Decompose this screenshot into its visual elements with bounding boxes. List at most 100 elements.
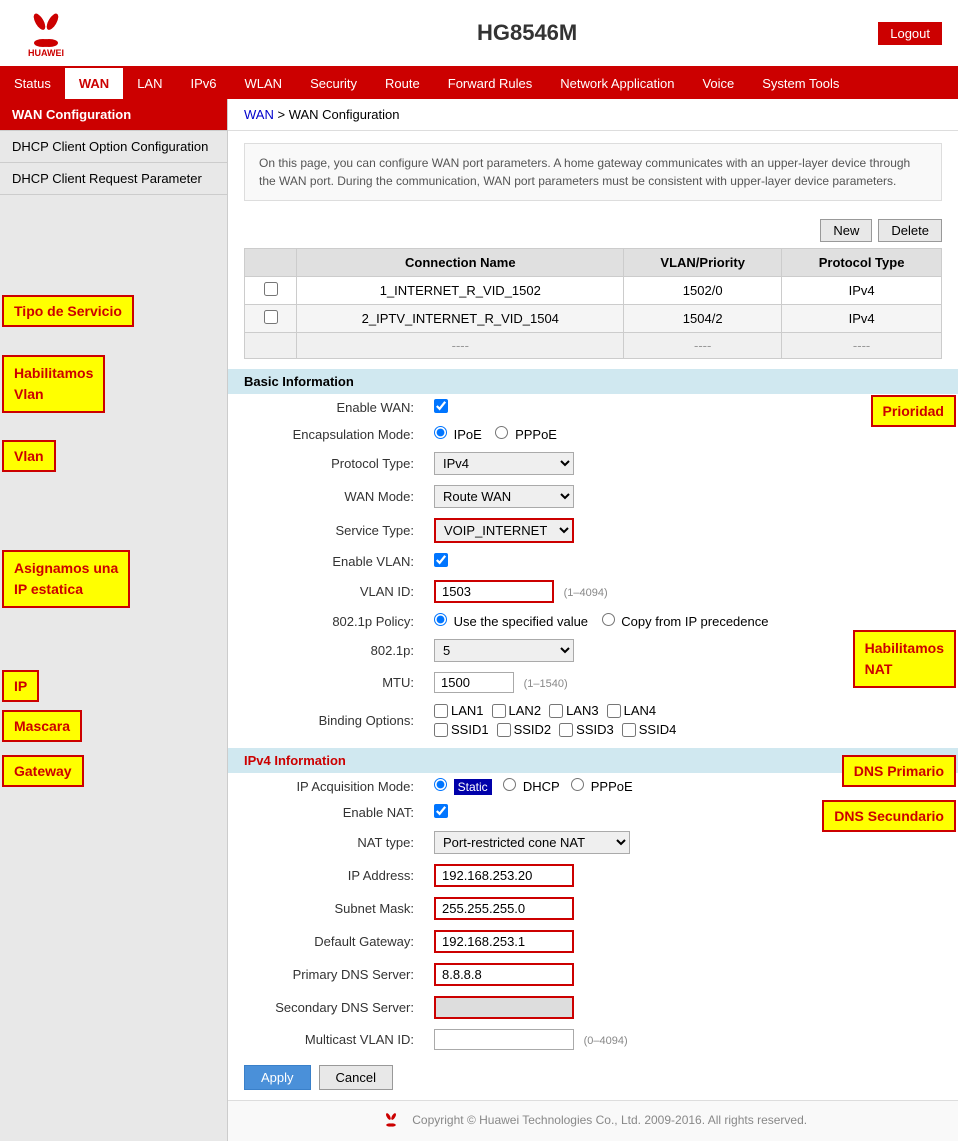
ssid1-checkbox[interactable] bbox=[434, 723, 448, 737]
annotation-mascara: Mascara bbox=[2, 710, 82, 742]
apply-button[interactable]: Apply bbox=[244, 1065, 311, 1090]
secondary-dns-input[interactable] bbox=[434, 996, 574, 1019]
nav-system-tools[interactable]: System Tools bbox=[748, 68, 853, 99]
enable-vlan-label: Enable VLAN: bbox=[244, 548, 424, 575]
row2-checkbox[interactable] bbox=[264, 310, 278, 324]
ip-address-input[interactable] bbox=[434, 864, 574, 887]
ssid2-label: SSID2 bbox=[497, 722, 552, 737]
vlan-id-input[interactable] bbox=[434, 580, 554, 603]
multicast-label: Multicast VLAN ID: bbox=[244, 1024, 424, 1055]
new-button[interactable]: New bbox=[820, 219, 872, 242]
nav-network-application[interactable]: Network Application bbox=[546, 68, 688, 99]
row1-name: 1_INTERNET_R_VID_1502 bbox=[297, 277, 624, 305]
dhcp-radio[interactable] bbox=[503, 778, 516, 791]
footer: Copyright © Huawei Technologies Co., Ltd… bbox=[228, 1100, 958, 1141]
nat-type-select[interactable]: Port-restricted cone NAT Full cone NAT A… bbox=[434, 831, 630, 854]
logout-button[interactable]: Logout bbox=[878, 22, 942, 45]
nav-route[interactable]: Route bbox=[371, 68, 434, 99]
lan3-label: LAN3 bbox=[549, 703, 599, 718]
row1-checkbox[interactable] bbox=[264, 282, 278, 296]
annotation-gateway: Gateway bbox=[2, 755, 84, 787]
policy-802-label: 802.1p: bbox=[244, 634, 424, 667]
policy-802-select[interactable]: 5 0 1 2 3 4 6 7 bbox=[434, 639, 574, 662]
row1-vlan: 1502/0 bbox=[624, 277, 782, 305]
mtu-hint: (1–1540) bbox=[524, 678, 568, 690]
encap-ipoe-label: IPoE bbox=[434, 427, 485, 442]
multicast-hint: (0–4094) bbox=[584, 1035, 628, 1047]
gateway-input[interactable] bbox=[434, 930, 574, 953]
col-vlan-priority: VLAN/Priority bbox=[624, 249, 782, 277]
nav-lan[interactable]: LAN bbox=[123, 68, 176, 99]
pppoe-radio[interactable] bbox=[571, 778, 584, 791]
enable-vlan-checkbox[interactable] bbox=[434, 553, 448, 567]
encap-pppoe-radio[interactable] bbox=[495, 426, 508, 439]
lan4-label: LAN4 bbox=[607, 703, 657, 718]
ip-address-label: IP Address: bbox=[244, 859, 424, 892]
nav-security[interactable]: Security bbox=[296, 68, 371, 99]
nav-status[interactable]: Status bbox=[0, 68, 65, 99]
ssid4-checkbox[interactable] bbox=[622, 723, 636, 737]
logo-area: HUAWEI bbox=[16, 8, 176, 58]
subnet-row: Subnet Mask: bbox=[244, 892, 942, 925]
lan3-checkbox[interactable] bbox=[549, 704, 563, 718]
cancel-button[interactable]: Cancel bbox=[319, 1065, 393, 1090]
basic-info-title: Basic Information bbox=[228, 369, 958, 394]
annotation-tipo-servicio: Tipo de Servicio bbox=[2, 295, 134, 327]
nav-voice[interactable]: Voice bbox=[688, 68, 748, 99]
col-connection-name: Connection Name bbox=[297, 249, 624, 277]
enable-wan-row: Enable WAN: bbox=[244, 394, 942, 421]
static-radio[interactable] bbox=[434, 778, 447, 791]
enable-nat-checkbox[interactable] bbox=[434, 804, 448, 818]
binding-label: Binding Options: bbox=[244, 698, 424, 742]
table-row: 1_INTERNET_R_VID_1502 1502/0 IPv4 bbox=[245, 277, 942, 305]
secondary-dns-row: Secondary DNS Server: bbox=[244, 991, 942, 1024]
sidebar-item-dhcp-option[interactable]: DHCP Client Option Configuration bbox=[0, 131, 227, 163]
annotation-dns-primario: DNS Primario bbox=[842, 755, 956, 787]
lan2-checkbox[interactable] bbox=[492, 704, 506, 718]
service-type-select[interactable]: VOIP_INTERNET INTERNET VOIP TR069 OTHER bbox=[434, 518, 574, 543]
protocol-type-label: Protocol Type: bbox=[244, 447, 424, 480]
enable-wan-label: Enable WAN: bbox=[244, 394, 424, 421]
delete-button[interactable]: Delete bbox=[878, 219, 942, 242]
protocol-type-select[interactable]: IPv4 IPv6 IPv4/IPv6 bbox=[434, 452, 574, 475]
lan4-checkbox[interactable] bbox=[607, 704, 621, 718]
policy-specified-radio[interactable] bbox=[434, 613, 447, 626]
device-name: HG8546M bbox=[176, 20, 878, 46]
connection-table: Connection Name VLAN/Priority Protocol T… bbox=[244, 248, 942, 359]
annotation-habilitamos-vlan: HabilitamosVlan bbox=[2, 355, 105, 413]
enable-vlan-row: Enable VLAN: bbox=[244, 548, 942, 575]
policy-copy-radio[interactable] bbox=[602, 613, 615, 626]
subnet-label: Subnet Mask: bbox=[244, 892, 424, 925]
mtu-input[interactable] bbox=[434, 672, 514, 693]
nav-forward-rules[interactable]: Forward Rules bbox=[434, 68, 547, 99]
enable-wan-checkbox[interactable] bbox=[434, 399, 448, 413]
primary-dns-label: Primary DNS Server: bbox=[244, 958, 424, 991]
wan-mode-select[interactable]: Route WAN Bridge WAN bbox=[434, 485, 574, 508]
nav-wan[interactable]: WAN bbox=[65, 68, 123, 99]
nav-wlan[interactable]: WLAN bbox=[231, 68, 297, 99]
gateway-row: Default Gateway: bbox=[244, 925, 942, 958]
sidebar-item-dhcp-request[interactable]: DHCP Client Request Parameter bbox=[0, 163, 227, 195]
sidebar-item-wan-config[interactable]: WAN Configuration bbox=[0, 99, 227, 131]
multicast-row: Multicast VLAN ID: (0–4094) bbox=[244, 1024, 942, 1055]
nav-ipv6[interactable]: IPv6 bbox=[177, 68, 231, 99]
policy-802-row: 802.1p: 5 0 1 2 3 4 6 7 bbox=[244, 634, 942, 667]
multicast-input[interactable] bbox=[434, 1029, 574, 1050]
ip-address-row: IP Address: bbox=[244, 859, 942, 892]
breadcrumb: WAN > WAN Configuration bbox=[228, 99, 958, 131]
primary-dns-input[interactable] bbox=[434, 963, 574, 986]
encap-ipoe-radio[interactable] bbox=[434, 426, 447, 439]
dhcp-label: DHCP bbox=[503, 779, 563, 794]
vlan-id-row: VLAN ID: (1–4094) bbox=[244, 575, 942, 608]
ssid2-checkbox[interactable] bbox=[497, 723, 511, 737]
policy-label: 802.1p Policy: bbox=[244, 608, 424, 634]
annotation-ip: IP bbox=[2, 670, 39, 702]
table-actions: New Delete bbox=[228, 213, 958, 248]
main-nav: Status WAN LAN IPv6 WLAN Security Route … bbox=[0, 68, 958, 99]
subnet-input[interactable] bbox=[434, 897, 574, 920]
breadcrumb-wan[interactable]: WAN bbox=[244, 107, 274, 122]
sidebar: WAN Configuration DHCP Client Option Con… bbox=[0, 99, 228, 1141]
lan1-checkbox[interactable] bbox=[434, 704, 448, 718]
annotation-asignamos-ip: Asignamos unaIP estatica bbox=[2, 550, 130, 608]
ssid3-checkbox[interactable] bbox=[559, 723, 573, 737]
